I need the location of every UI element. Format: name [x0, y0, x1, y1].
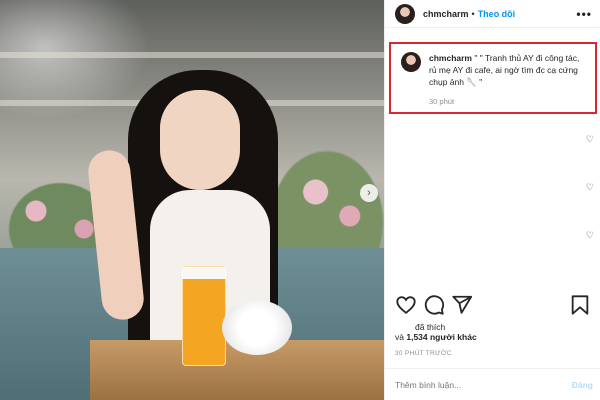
- comment-bar: Đăng: [385, 368, 600, 400]
- more-horizontal-icon[interactable]: •••: [576, 7, 592, 21]
- follow-button[interactable]: Theo dõi: [478, 9, 516, 19]
- bookmark-icon[interactable]: [569, 294, 591, 316]
- post-header: chmcharm • Theo dõi •••: [385, 0, 600, 28]
- likes-connector: và: [395, 332, 404, 342]
- heart-icon[interactable]: [395, 294, 417, 316]
- likes-count[interactable]: 1,534 người khác: [406, 332, 476, 342]
- white-rose: [222, 300, 292, 355]
- post-side-panel: chmcharm • Theo dõi ••• chmcharm " " Tra…: [384, 0, 600, 400]
- post-photo[interactable]: ›: [0, 0, 384, 400]
- comment-input[interactable]: [395, 379, 545, 390]
- next-photo-button[interactable]: ›: [360, 184, 378, 202]
- send-icon[interactable]: [451, 294, 473, 316]
- post-timestamp[interactable]: 30 PHÚT TRƯỚC: [395, 350, 452, 357]
- post-comment-button[interactable]: Đăng: [572, 380, 593, 390]
- likes-summary: đã thích và 1,534 người khác: [395, 322, 477, 342]
- separator-dot: •: [471, 8, 475, 19]
- comment-like-icon[interactable]: ♡: [586, 230, 594, 241]
- avatar[interactable]: [395, 3, 415, 24]
- caption-highlight-box: chmcharm " " Tranh thủ AY đi công tác, r…: [389, 42, 597, 114]
- caption-username[interactable]: chmcharm: [429, 53, 472, 63]
- juice-glass: [182, 266, 226, 366]
- likes-prefix: đã thích: [415, 322, 446, 332]
- header-username[interactable]: chmcharm: [423, 9, 469, 19]
- caption-avatar[interactable]: [401, 52, 421, 72]
- action-bar: [395, 294, 591, 316]
- caption-time: 30 phút: [429, 97, 455, 106]
- comment-icon[interactable]: [423, 294, 445, 316]
- shelf: [0, 52, 384, 58]
- instagram-post: › chmcharm • Theo dõi ••• chmcharm " " T…: [0, 0, 600, 400]
- person-face: [160, 90, 240, 190]
- caption: chmcharm " " Tranh thủ AY đi công tác, r…: [429, 52, 589, 112]
- comment-like-icon[interactable]: ♡: [586, 182, 594, 193]
- comment-like-icon[interactable]: ♡: [586, 134, 594, 145]
